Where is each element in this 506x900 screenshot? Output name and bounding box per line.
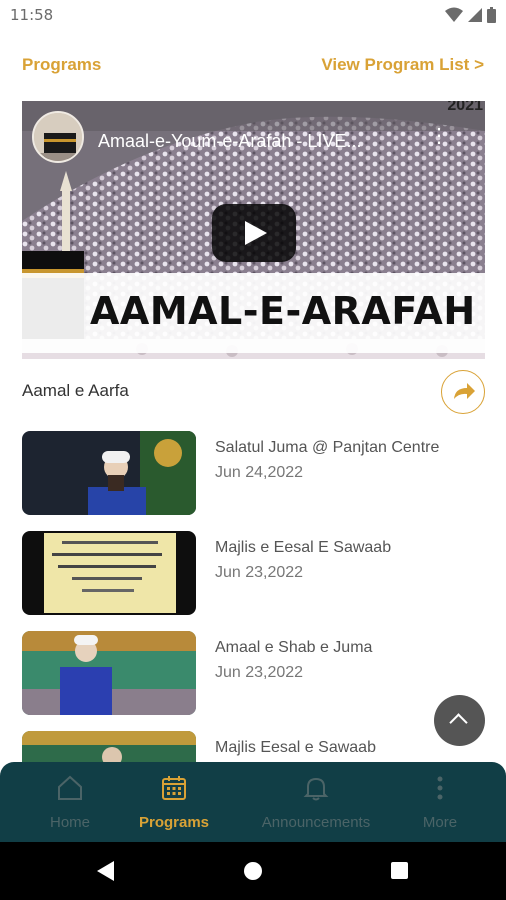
- video-year-text: 2021: [447, 101, 483, 114]
- scroll-to-top-button[interactable]: [434, 695, 485, 746]
- program-date: Jun 24,2022: [215, 464, 304, 481]
- nav-item-home[interactable]: Home: [20, 762, 120, 842]
- signal-icon: [468, 8, 482, 22]
- bell-icon: [303, 777, 329, 801]
- program-title: Amaal e Shab e Juma: [215, 639, 373, 656]
- programs-header: Programs View Program List >: [22, 55, 484, 79]
- home-icon: [58, 775, 82, 800]
- nav-label: Programs: [138, 814, 210, 831]
- nav-label: Home: [49, 814, 90, 831]
- featured-video-player[interactable]: AAMAL-E-ARAFAH 2021 Amaal-e-Youm-e-Arafa…: [22, 101, 485, 359]
- nav-item-more[interactable]: More: [400, 762, 480, 842]
- program-title: Majlis e Eesal E Sawaab: [215, 539, 392, 556]
- share-icon: [454, 383, 475, 399]
- program-title: Salatul Juma @ Panjtan Centre: [215, 439, 440, 456]
- battery-icon: [487, 7, 496, 23]
- recent-apps-icon[interactable]: [391, 862, 408, 879]
- program-thumbnail: [22, 531, 196, 615]
- view-program-list-link[interactable]: View Program List >: [321, 55, 484, 75]
- channel-avatar[interactable]: [32, 111, 84, 163]
- back-icon[interactable]: [97, 861, 114, 881]
- bottom-navigation: Home Programs Announcements More: [0, 762, 506, 842]
- program-list-item[interactable]: Amaal e Shab e Juma Jun 23,2022: [22, 631, 485, 715]
- video-title[interactable]: Amaal-e-Youm-e-Arafah - LIVE...: [98, 131, 361, 152]
- program-date: Jun 23,2022: [215, 664, 304, 681]
- app-screen: 11:58 Programs View Program List > AAMAL…: [0, 0, 506, 900]
- program-list-item[interactable]: Salatul Juma @ Panjtan Centre Jun 24,202…: [22, 431, 485, 515]
- android-navigation-bar: [0, 842, 506, 900]
- status-bar: 11:58: [0, 0, 506, 32]
- calendar-icon: [162, 776, 186, 800]
- program-thumbnail: [22, 631, 196, 715]
- video-menu-icon[interactable]: ⋮: [429, 126, 449, 146]
- section-title: Programs: [22, 55, 102, 74]
- share-button[interactable]: [441, 370, 485, 414]
- home-circle-icon[interactable]: [244, 862, 262, 880]
- status-time: 11:58: [10, 6, 54, 24]
- program-title: Majlis Eesal e Sawaab: [215, 739, 376, 756]
- video-banner-text: AAMAL-E-ARAFAH: [90, 289, 476, 333]
- more-vertical-icon: [437, 776, 443, 800]
- program-thumbnail: [22, 431, 196, 515]
- program-list-item[interactable]: Majlis e Eesal E Sawaab Jun 23,2022: [22, 531, 485, 615]
- play-button[interactable]: [212, 204, 296, 262]
- wifi-icon: [445, 7, 463, 22]
- program-date: Jun 23,2022: [215, 564, 304, 581]
- featured-caption: Aamal e Aarfa: [22, 381, 129, 400]
- nav-item-programs[interactable]: Programs: [124, 762, 224, 842]
- nav-item-announcements[interactable]: Announcements: [250, 762, 382, 842]
- nav-label: More: [422, 814, 458, 831]
- nav-label: Announcements: [261, 814, 371, 831]
- system-icons: [445, 7, 496, 23]
